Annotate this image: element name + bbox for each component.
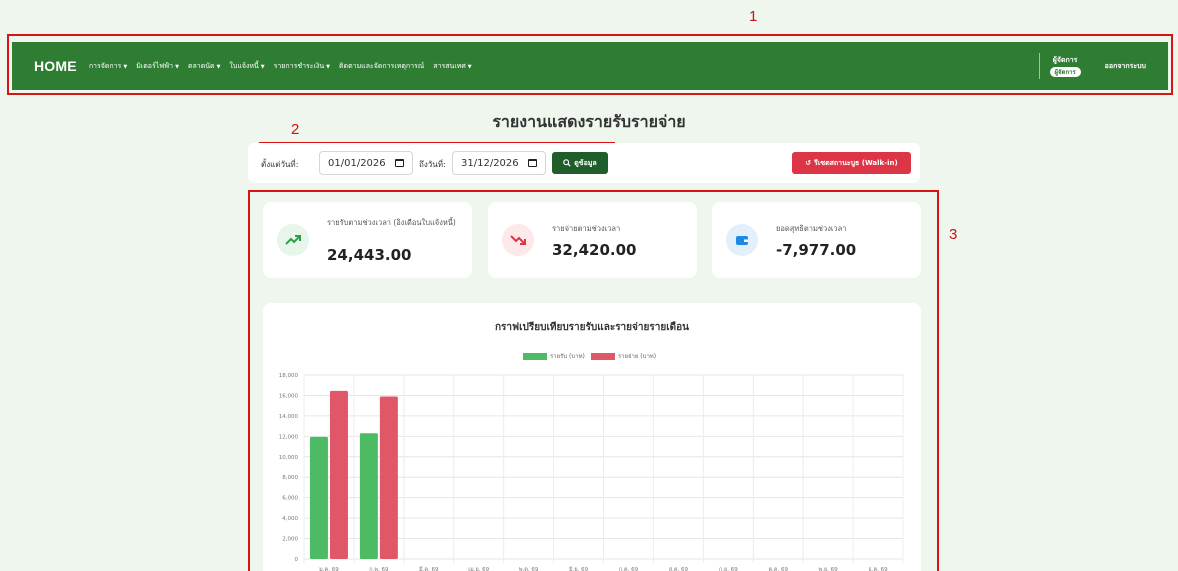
logout-link[interactable]: ออกจากระบบ [1105, 61, 1146, 72]
from-date-value: 01/01/2026 [328, 157, 386, 169]
x-tick-label: พ.ย. 69 [819, 567, 839, 571]
menu-payments[interactable]: รายการชำระเงิน ▼ [274, 61, 330, 72]
y-tick-label: 14,000 [279, 414, 299, 420]
y-tick-label: 18,000 [279, 373, 299, 379]
income-bar [309, 436, 328, 559]
main-menu: การจัดการ ▼ มิเตอร์ไฟฟ้า ▼ ตลาดนัด ▼ ใบแจ้ง… [89, 61, 472, 72]
calendar-icon[interactable] [528, 159, 537, 167]
page-title: รายงานแสดงรายรับรายจ่าย [492, 112, 686, 131]
menu-invoices[interactable]: ใบแจ้งหนี้ ▼ [229, 61, 264, 72]
trending-up-icon [277, 224, 309, 256]
x-tick-label: ก.ย. 69 [719, 567, 738, 571]
expense-label: รายจ่ายตามช่วงเวลา [552, 224, 621, 233]
chevron-down-icon: ▼ [467, 63, 472, 70]
net-stat-card: ยอดสุทธิตามช่วงเวลา -7,977.00 [712, 202, 921, 278]
x-tick-label: ส.ค. 69 [669, 566, 689, 571]
menu-incidents[interactable]: ติดตามและจัดการเหตุการณ์ [339, 61, 424, 72]
user-info[interactable]: ผู้จัดการ ผู้จัดการ [1049, 55, 1081, 77]
nav-right: ผู้จัดการ ผู้จัดการ ออกจากระบบ [1038, 53, 1146, 79]
bar-chart: 0 2,000 4,000 6,000 8,000 10,000 12,000 14,000 1… [279, 373, 904, 571]
menu-market[interactable]: ตลาดนัด ▼ [188, 61, 221, 72]
menu-management[interactable]: การจัดการ ▼ [89, 61, 127, 72]
brand-home-link[interactable]: HOME [34, 58, 77, 74]
net-value: -7,977.00 [776, 241, 857, 259]
y-tick-label: 4,000 [282, 516, 298, 522]
x-tick-label: ธ.ค. 69 [868, 566, 888, 571]
income-value: 24,443.00 [327, 246, 412, 264]
expense-stat-card: รายจ่ายตามช่วงเวลา 32,420.00 [488, 202, 697, 278]
user-role-badge: ผู้จัดการ [1049, 67, 1081, 77]
x-tick-label: ม.ค. 69 [319, 567, 339, 571]
calendar-icon[interactable] [395, 159, 404, 167]
chevron-down-icon: ▼ [175, 63, 179, 70]
wallet-icon [726, 224, 758, 256]
y-tick-label: 16,000 [279, 393, 299, 399]
chart-card: กราฟเปรียบเทียบรายรับและรายจ่ายรายเดือน … [263, 303, 921, 571]
x-tick-label: ก.ค. 69 [619, 567, 639, 571]
x-tick-label: มิ.ย. 69 [569, 566, 589, 571]
y-tick-label: 6,000 [282, 496, 298, 502]
trending-down-icon [502, 224, 534, 256]
menu-electric-meter[interactable]: มิเตอร์ไฟฟ้า ▼ [136, 61, 179, 72]
chevron-down-icon: ▼ [260, 63, 265, 70]
to-date-input[interactable]: 31/12/2026 [452, 151, 546, 175]
x-tick-label: พ.ค. 69 [519, 567, 539, 571]
chevron-down-icon: ▼ [216, 63, 221, 70]
income-bar [359, 433, 378, 559]
reset-icon: ↺ [805, 159, 812, 167]
annotation-label-1: 1 [749, 8, 758, 25]
y-tick-label: 12,000 [279, 434, 299, 440]
menu-information[interactable]: สารสนเทศ ▼ [433, 61, 471, 72]
user-name: ผู้จัดการ [1052, 56, 1078, 64]
reset-booth-button[interactable]: ↺ รีเซตสถานะบูธ (Walk-in) [792, 152, 911, 174]
expense-value: 32,420.00 [552, 241, 637, 259]
y-tick-label: 8,000 [282, 475, 298, 481]
expense-bar [329, 390, 348, 559]
nav-divider [1038, 53, 1040, 79]
chevron-down-icon: ▼ [123, 63, 128, 70]
annotation-label-3: 3 [949, 226, 958, 243]
view-data-button[interactable]: ดูข้อมูล [552, 152, 608, 174]
to-date-value: 31/12/2026 [461, 157, 519, 169]
income-stat-card: รายรับตามช่วงเวลา (อิงเดือนใบแจ้งหนี้) 2… [263, 202, 472, 278]
y-tick-label: 2,000 [282, 537, 298, 543]
to-date-label: ถึงวันที่: [419, 160, 446, 169]
expense-bar [379, 396, 398, 559]
search-icon [563, 159, 571, 167]
net-label: ยอดสุทธิตามช่วงเวลา [776, 224, 847, 233]
filter-card: ตั้งแต่วันที่: 01/01/2026 ถึงวันที่: 31/… [248, 143, 920, 183]
x-tick-label: มี.ค. 69 [419, 566, 439, 571]
y-tick-label: 10,000 [279, 455, 299, 461]
income-label: รายรับตามช่วงเวลา (อิงเดือนใบแจ้งหนี้) [327, 218, 456, 227]
from-date-label: ตั้งแต่วันที่: [261, 160, 299, 169]
x-tick-label: ก.พ. 69 [369, 567, 389, 571]
from-date-input[interactable]: 01/01/2026 [319, 151, 413, 175]
x-tick-label: ต.ค. 69 [768, 567, 788, 571]
top-navbar: HOME การจัดการ ▼ มิเตอร์ไฟฟ้า ▼ ตลาดนัด ▼ ใ… [12, 42, 1168, 90]
y-tick-label: 0 [295, 557, 299, 563]
x-tick-label: เม.ย. 69 [468, 567, 489, 571]
chevron-down-icon: ▼ [326, 63, 330, 70]
